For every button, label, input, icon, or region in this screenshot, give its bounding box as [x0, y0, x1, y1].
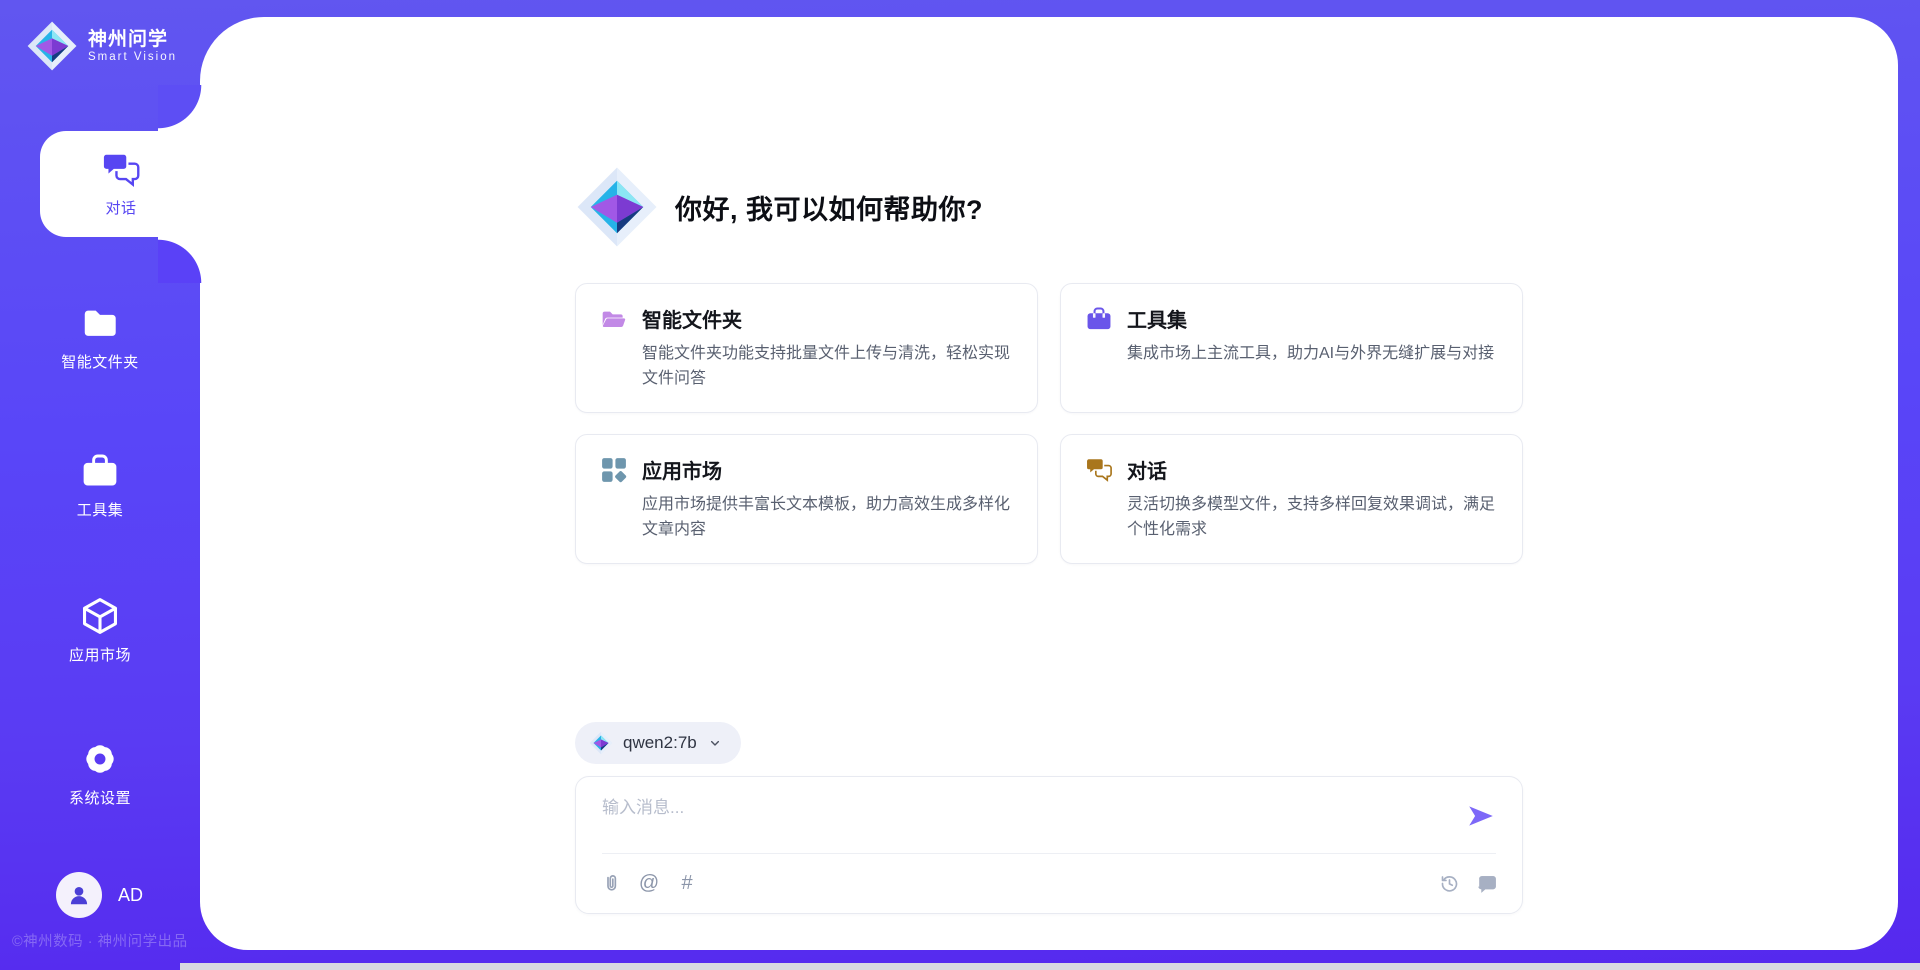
- greeting-title: 你好, 我可以如何帮助你?: [675, 188, 983, 227]
- send-icon[interactable]: [1466, 803, 1496, 829]
- folder-open-icon: [600, 305, 628, 333]
- sidebar-item-smart-folder[interactable]: 智能文件夹: [0, 303, 200, 372]
- sidebar-item-toolset[interactable]: 工具集: [0, 451, 200, 520]
- folder-icon: [80, 303, 120, 343]
- gear-icon: [80, 739, 120, 779]
- scrollbar-track[interactable]: [180, 963, 1920, 970]
- card-smart-folder[interactable]: 智能文件夹 智能文件夹功能支持批量文件上传与清洗，轻松实现文件问答: [575, 283, 1038, 413]
- chat-bubbles-icon: [1085, 456, 1113, 484]
- attachment-icon[interactable]: [600, 873, 622, 895]
- feature-cards: 智能文件夹 智能文件夹功能支持批量文件上传与清洗，轻松实现文件问答 工具集 集成…: [575, 283, 1523, 564]
- card-description: 灵活切换多模型文件，支持多样回复效果调试，满足个性化需求: [1127, 493, 1498, 543]
- card-toolset[interactable]: 工具集 集成市场上主流工具，助力AI与外界无缝扩展与对接: [1060, 283, 1523, 413]
- card-title: 智能文件夹: [642, 304, 1013, 333]
- sidebar-item-app-market[interactable]: 应用市场: [0, 596, 200, 665]
- briefcase-icon: [1085, 305, 1113, 333]
- sidebar-item-label: 应用市场: [69, 644, 131, 665]
- brand-name: 神州问学: [88, 29, 177, 52]
- card-description: 集成市场上主流工具，助力AI与外界无缝扩展与对接: [1127, 342, 1494, 367]
- app-window: 神州问学 Smart Vision 智能文件夹 工具集 应用市场 系统设置 AD: [0, 0, 1920, 970]
- message-input[interactable]: [602, 793, 1442, 845]
- main-content: 你好, 我可以如何帮助你? 智能文件夹 智能文件夹功能支持批量文件上传与清洗，轻…: [200, 17, 1898, 950]
- history-icon[interactable]: [1438, 873, 1460, 895]
- sidebar: 神州问学 Smart Vision 智能文件夹 工具集 应用市场 系统设置 AD: [0, 0, 200, 970]
- card-chat[interactable]: 对话 灵活切换多模型文件，支持多样回复效果调试，满足个性化需求: [1060, 434, 1523, 564]
- model-name: qwen2:7b: [623, 733, 697, 753]
- sidebar-item-label: 工具集: [77, 499, 124, 520]
- sidebar-item-settings[interactable]: 系统设置: [0, 739, 200, 808]
- mention-icon[interactable]: @: [638, 873, 660, 895]
- card-title: 工具集: [1127, 304, 1494, 333]
- sidebar-item-label: 系统设置: [69, 787, 131, 808]
- model-selector[interactable]: qwen2:7b: [575, 722, 741, 764]
- copyright-text: ©神州数码 · 神州问学出品: [12, 930, 202, 951]
- hashtag-icon[interactable]: #: [676, 873, 698, 895]
- chevron-down-icon: [707, 735, 723, 751]
- user-profile[interactable]: AD: [56, 872, 143, 918]
- brand-logo: 神州问学 Smart Vision: [26, 20, 177, 72]
- model-diamond-icon: [589, 731, 613, 755]
- composer-toolbar: @ #: [600, 854, 1498, 913]
- assistant-diamond-icon: [575, 165, 659, 249]
- avatar: [56, 872, 102, 918]
- briefcase-icon: [80, 451, 120, 491]
- message-composer: @ #: [575, 776, 1523, 914]
- card-description: 智能文件夹功能支持批量文件上传与清洗，轻松实现文件问答: [642, 342, 1013, 392]
- apps-grid-icon: [600, 456, 628, 484]
- card-title: 应用市场: [642, 455, 1013, 484]
- sidebar-item-label: 智能文件夹: [61, 351, 139, 372]
- chat-bubble-icon[interactable]: [1476, 873, 1498, 895]
- brand-diamond-icon: [26, 20, 78, 72]
- person-icon: [66, 882, 92, 908]
- card-title: 对话: [1127, 455, 1498, 484]
- user-initials: AD: [118, 885, 143, 906]
- brand-subtitle: Smart Vision: [88, 51, 177, 63]
- greeting: 你好, 我可以如何帮助你?: [575, 165, 1523, 249]
- cube-icon: [80, 596, 120, 636]
- card-description: 应用市场提供丰富长文本模板，助力高效生成多样化文章内容: [642, 493, 1013, 543]
- card-app-market[interactable]: 应用市场 应用市场提供丰富长文本模板，助力高效生成多样化文章内容: [575, 434, 1038, 564]
